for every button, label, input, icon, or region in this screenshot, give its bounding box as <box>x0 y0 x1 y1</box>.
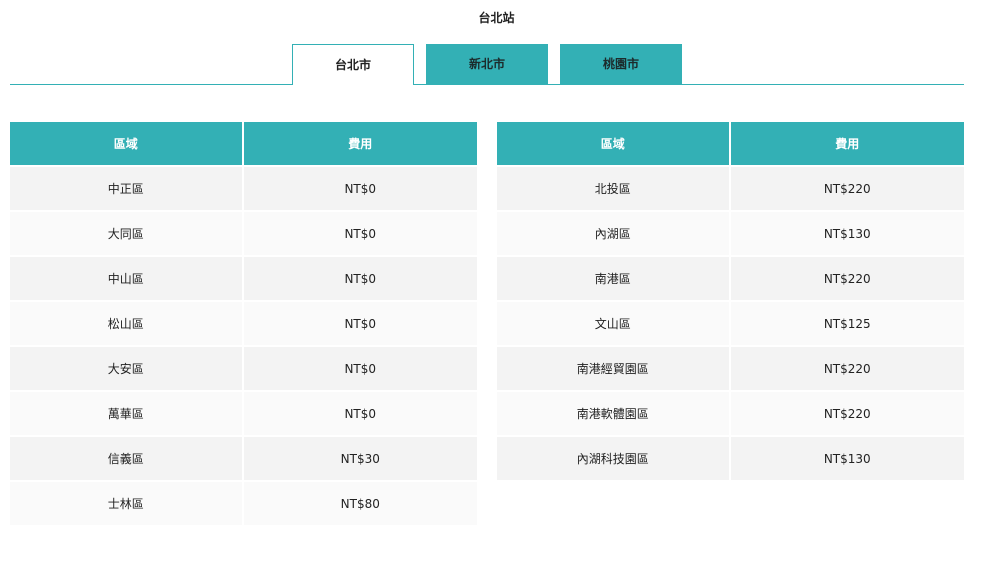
table-row: 南港經貿園區 NT$220 <box>497 345 964 390</box>
area-cell: 士林區 <box>10 480 244 525</box>
fee-table-left: 區域 費用 中正區 NT$0 大同區 NT$0 中山區 NT$0 松山區 NT$0 大安… <box>10 122 477 525</box>
area-cell: 信義區 <box>10 435 244 480</box>
area-cell: 南港區 <box>497 255 731 300</box>
table-header-row: 區域 費用 <box>10 122 477 165</box>
table-row: 文山區 NT$125 <box>497 300 964 345</box>
area-cell: 萬華區 <box>10 390 244 435</box>
fee-cell: NT$0 <box>243 390 477 435</box>
tab-new-taipei-city[interactable]: 新北市 <box>426 44 548 84</box>
area-cell: 南港軟體園區 <box>497 390 731 435</box>
area-cell: 中山區 <box>10 255 244 300</box>
area-cell: 內湖區 <box>497 210 731 255</box>
fee-cell: NT$220 <box>730 165 964 210</box>
fee-table-right: 區域 費用 北投區 NT$220 內湖區 NT$130 南港區 NT$220 文山區 N… <box>497 122 964 480</box>
area-cell: 大同區 <box>10 210 244 255</box>
table-row: 南港區 NT$220 <box>497 255 964 300</box>
table-row: 信義區 NT$30 <box>10 435 477 480</box>
fee-cell: NT$220 <box>730 390 964 435</box>
fee-cell: NT$130 <box>730 435 964 480</box>
fee-cell: NT$80 <box>243 480 477 525</box>
tab-taoyuan-city[interactable]: 桃園市 <box>560 44 682 84</box>
area-cell: 北投區 <box>497 165 731 210</box>
table-row: 中山區 NT$0 <box>10 255 477 300</box>
area-cell: 南港經貿園區 <box>497 345 731 390</box>
column-header-area: 區域 <box>10 122 244 165</box>
fee-cell: NT$0 <box>243 255 477 300</box>
fee-cell: NT$0 <box>243 300 477 345</box>
table-row: 南港軟體園區 NT$220 <box>497 390 964 435</box>
column-header-fee: 費用 <box>243 122 477 165</box>
table-row: 萬華區 NT$0 <box>10 390 477 435</box>
fee-cell: NT$125 <box>730 300 964 345</box>
column-header-area: 區域 <box>497 122 731 165</box>
table-row: 中正區 NT$0 <box>10 165 477 210</box>
table-header-row: 區域 費用 <box>497 122 964 165</box>
table-row: 松山區 NT$0 <box>10 300 477 345</box>
tab-bar-underline <box>10 84 964 85</box>
table-row: 內湖區 NT$130 <box>497 210 964 255</box>
table-row: 內湖科技園區 NT$130 <box>497 435 964 480</box>
table-row: 士林區 NT$80 <box>10 480 477 525</box>
page-title: 台北站 <box>478 11 515 25</box>
area-cell: 大安區 <box>10 345 244 390</box>
table-row: 大同區 NT$0 <box>10 210 477 255</box>
fee-cell: NT$30 <box>243 435 477 480</box>
area-cell: 中正區 <box>10 165 244 210</box>
table-row: 北投區 NT$220 <box>497 165 964 210</box>
fee-cell: NT$130 <box>730 210 964 255</box>
fee-cell: NT$220 <box>730 345 964 390</box>
tab-taipei-city[interactable]: 台北市 <box>292 44 414 85</box>
column-header-fee: 費用 <box>730 122 964 165</box>
table-row: 大安區 NT$0 <box>10 345 477 390</box>
fee-cell: NT$220 <box>730 255 964 300</box>
fee-cell: NT$0 <box>243 210 477 255</box>
fee-cell: NT$0 <box>243 165 477 210</box>
area-cell: 松山區 <box>10 300 244 345</box>
area-cell: 內湖科技園區 <box>497 435 731 480</box>
area-cell: 文山區 <box>497 300 731 345</box>
fee-cell: NT$0 <box>243 345 477 390</box>
